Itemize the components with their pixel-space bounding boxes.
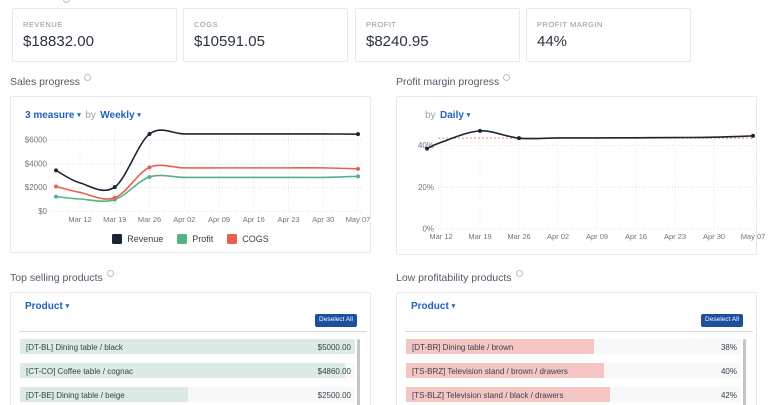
svg-text:Mar 19: Mar 19 [468,232,491,241]
svg-text:$0: $0 [38,207,47,216]
legend-swatch [227,234,237,244]
table-row[interactable]: [DT-BL] Dining table / black $5000.00 [20,339,355,354]
chevron-down-icon: ▾ [77,112,81,119]
kpi-value: $8240.95 [366,33,429,50]
deselect-all-button[interactable]: Deselect All [315,314,357,327]
table-row[interactable]: [DT-BR] Dining table / brown 38% [406,339,741,354]
kpi-card-revenue: REVENUE $18832.00 [12,8,177,62]
legend-swatch [177,234,187,244]
divider [405,331,753,332]
legend-label: Profit [192,234,213,244]
kpi-label: PROFIT MARGIN [537,20,603,29]
svg-text:May 07: May 07 [741,232,766,241]
svg-text:Apr 02: Apr 02 [547,232,569,241]
product-value: $2500.00 [318,391,351,400]
svg-text:$6000: $6000 [25,136,48,145]
chevron-down-icon: ▾ [467,112,471,119]
product-name: [TS-BRZ] Television stand / brown / draw… [412,367,568,376]
top-products-card: Product ▾ Deselect All [DT-BL] Dining ta… [10,292,371,405]
kpi-card-profit: PROFIT $8240.95 [355,8,520,62]
info-icon[interactable] [516,270,523,277]
kpi-card-cogs: COGS $10591.05 [183,8,348,62]
table-scrollbar[interactable] [743,339,746,405]
product-value: 38% [721,343,737,352]
sales-progress-title: Sales progress [10,74,91,88]
svg-text:Apr 09: Apr 09 [208,215,230,224]
legend-item: Revenue [112,234,163,244]
svg-text:Apr 23: Apr 23 [664,232,686,241]
svg-text:20%: 20% [418,183,434,192]
legend-item: COGS [227,234,269,244]
product-value: 40% [721,367,737,376]
sales-chart-card: 3 measure ▾ by Weekly ▾ $0 $2000 $4000 $600… [10,96,371,253]
product-name: [DT-BR] Dining table / brown [412,343,513,352]
svg-text:Apr 02: Apr 02 [173,215,195,224]
info-icon[interactable] [503,74,510,81]
table-row[interactable]: [TS-BRZ] Television stand / brown / draw… [406,363,741,378]
svg-text:Mar 26: Mar 26 [507,232,530,241]
granularity-dropdown[interactable]: Daily ▾ [440,110,470,121]
legend-item: Profit [177,234,213,244]
svg-text:Mar 12: Mar 12 [429,232,452,241]
svg-text:Mar 19: Mar 19 [103,215,126,224]
sales-chart-legend: Revenue Profit COGS [11,234,370,244]
kpi-value: $18832.00 [23,33,94,50]
svg-text:Mar 12: Mar 12 [68,215,91,224]
top-products-title: Top selling products [10,270,114,284]
svg-text:Apr 30: Apr 30 [312,215,334,224]
svg-text:$4000: $4000 [25,159,48,168]
svg-text:Mar 26: Mar 26 [138,215,161,224]
info-icon[interactable] [107,270,114,277]
svg-text:Apr 09: Apr 09 [586,232,608,241]
profit-margin-chart: 0%20%40%Mar 12Mar 19Mar 26Apr 02Apr 09Ap… [397,125,758,243]
product-name: [TS-BLZ] Television stand / black / draw… [412,391,563,400]
product-name: [DT-BL] Dining table / black [26,343,123,352]
svg-text:Apr 30: Apr 30 [703,232,725,241]
svg-text:Apr 16: Apr 16 [625,232,647,241]
chevron-down-icon: ▾ [137,112,141,119]
kpi-label: REVENUE [23,20,63,29]
product-value: 42% [721,391,737,400]
kpi-value: 44% [537,33,567,50]
kpi-card-profit-margin: PROFIT MARGIN 44% [526,8,691,62]
svg-text:Apr 16: Apr 16 [243,215,265,224]
product-name: [DT-BE] Dining table / beige [26,391,125,400]
legend-label: Revenue [127,234,163,244]
kpi-label: COGS [194,20,218,29]
table-row[interactable]: [TS-BLZ] Television stand / black / draw… [406,387,741,402]
measure-dropdown[interactable]: 3 measure ▾ [25,110,81,121]
product-column-dropdown[interactable]: Product ▾ [25,301,69,312]
svg-text:Apr 23: Apr 23 [277,215,299,224]
low-products-title: Low profitability products [396,270,523,284]
by-label: by [425,110,436,121]
legend-swatch [112,234,122,244]
chevron-down-icon: ▾ [452,303,456,310]
table-scrollbar[interactable] [357,339,360,405]
table-row[interactable]: [CT-CO] Coffee table / cognac $4860.00 [20,363,355,378]
dashboard: REVENUE $18832.00 COGS $10591.05 PROFIT … [0,0,768,405]
table-row[interactable]: [DT-BE] Dining table / beige $2500.00 [20,387,355,402]
legend-label: COGS [242,234,269,244]
margin-chart-card: by Daily ▾ 0%20%40%Mar 12Mar 19Mar 26Apr… [396,96,757,255]
divider [19,331,367,332]
kpi-label: PROFIT [366,20,397,29]
svg-text:$2000: $2000 [25,183,48,192]
chevron-down-icon: ▾ [66,303,70,310]
product-value: $4860.00 [318,367,351,376]
product-value: $5000.00 [318,343,351,352]
kpi-value: $10591.05 [194,33,265,50]
profit-margin-progress-title: Profit margin progress [396,74,510,88]
product-column-dropdown[interactable]: Product ▾ [411,301,455,312]
sales-chart: $0 $2000 $4000 $6000 Mar 12 Mar 19 Mar 26 Apr 0… [11,125,372,225]
svg-text:May 07: May 07 [346,215,371,224]
by-label: by [85,110,96,121]
low-products-card: Product ▾ Deselect All [DT-BR] Dining ta… [396,292,757,405]
truncated-info-icon [63,0,70,3]
info-icon[interactable] [84,74,91,81]
product-name: [CT-CO] Coffee table / cognac [26,367,133,376]
granularity-dropdown[interactable]: Weekly ▾ [100,110,141,121]
deselect-all-button[interactable]: Deselect All [701,314,743,327]
